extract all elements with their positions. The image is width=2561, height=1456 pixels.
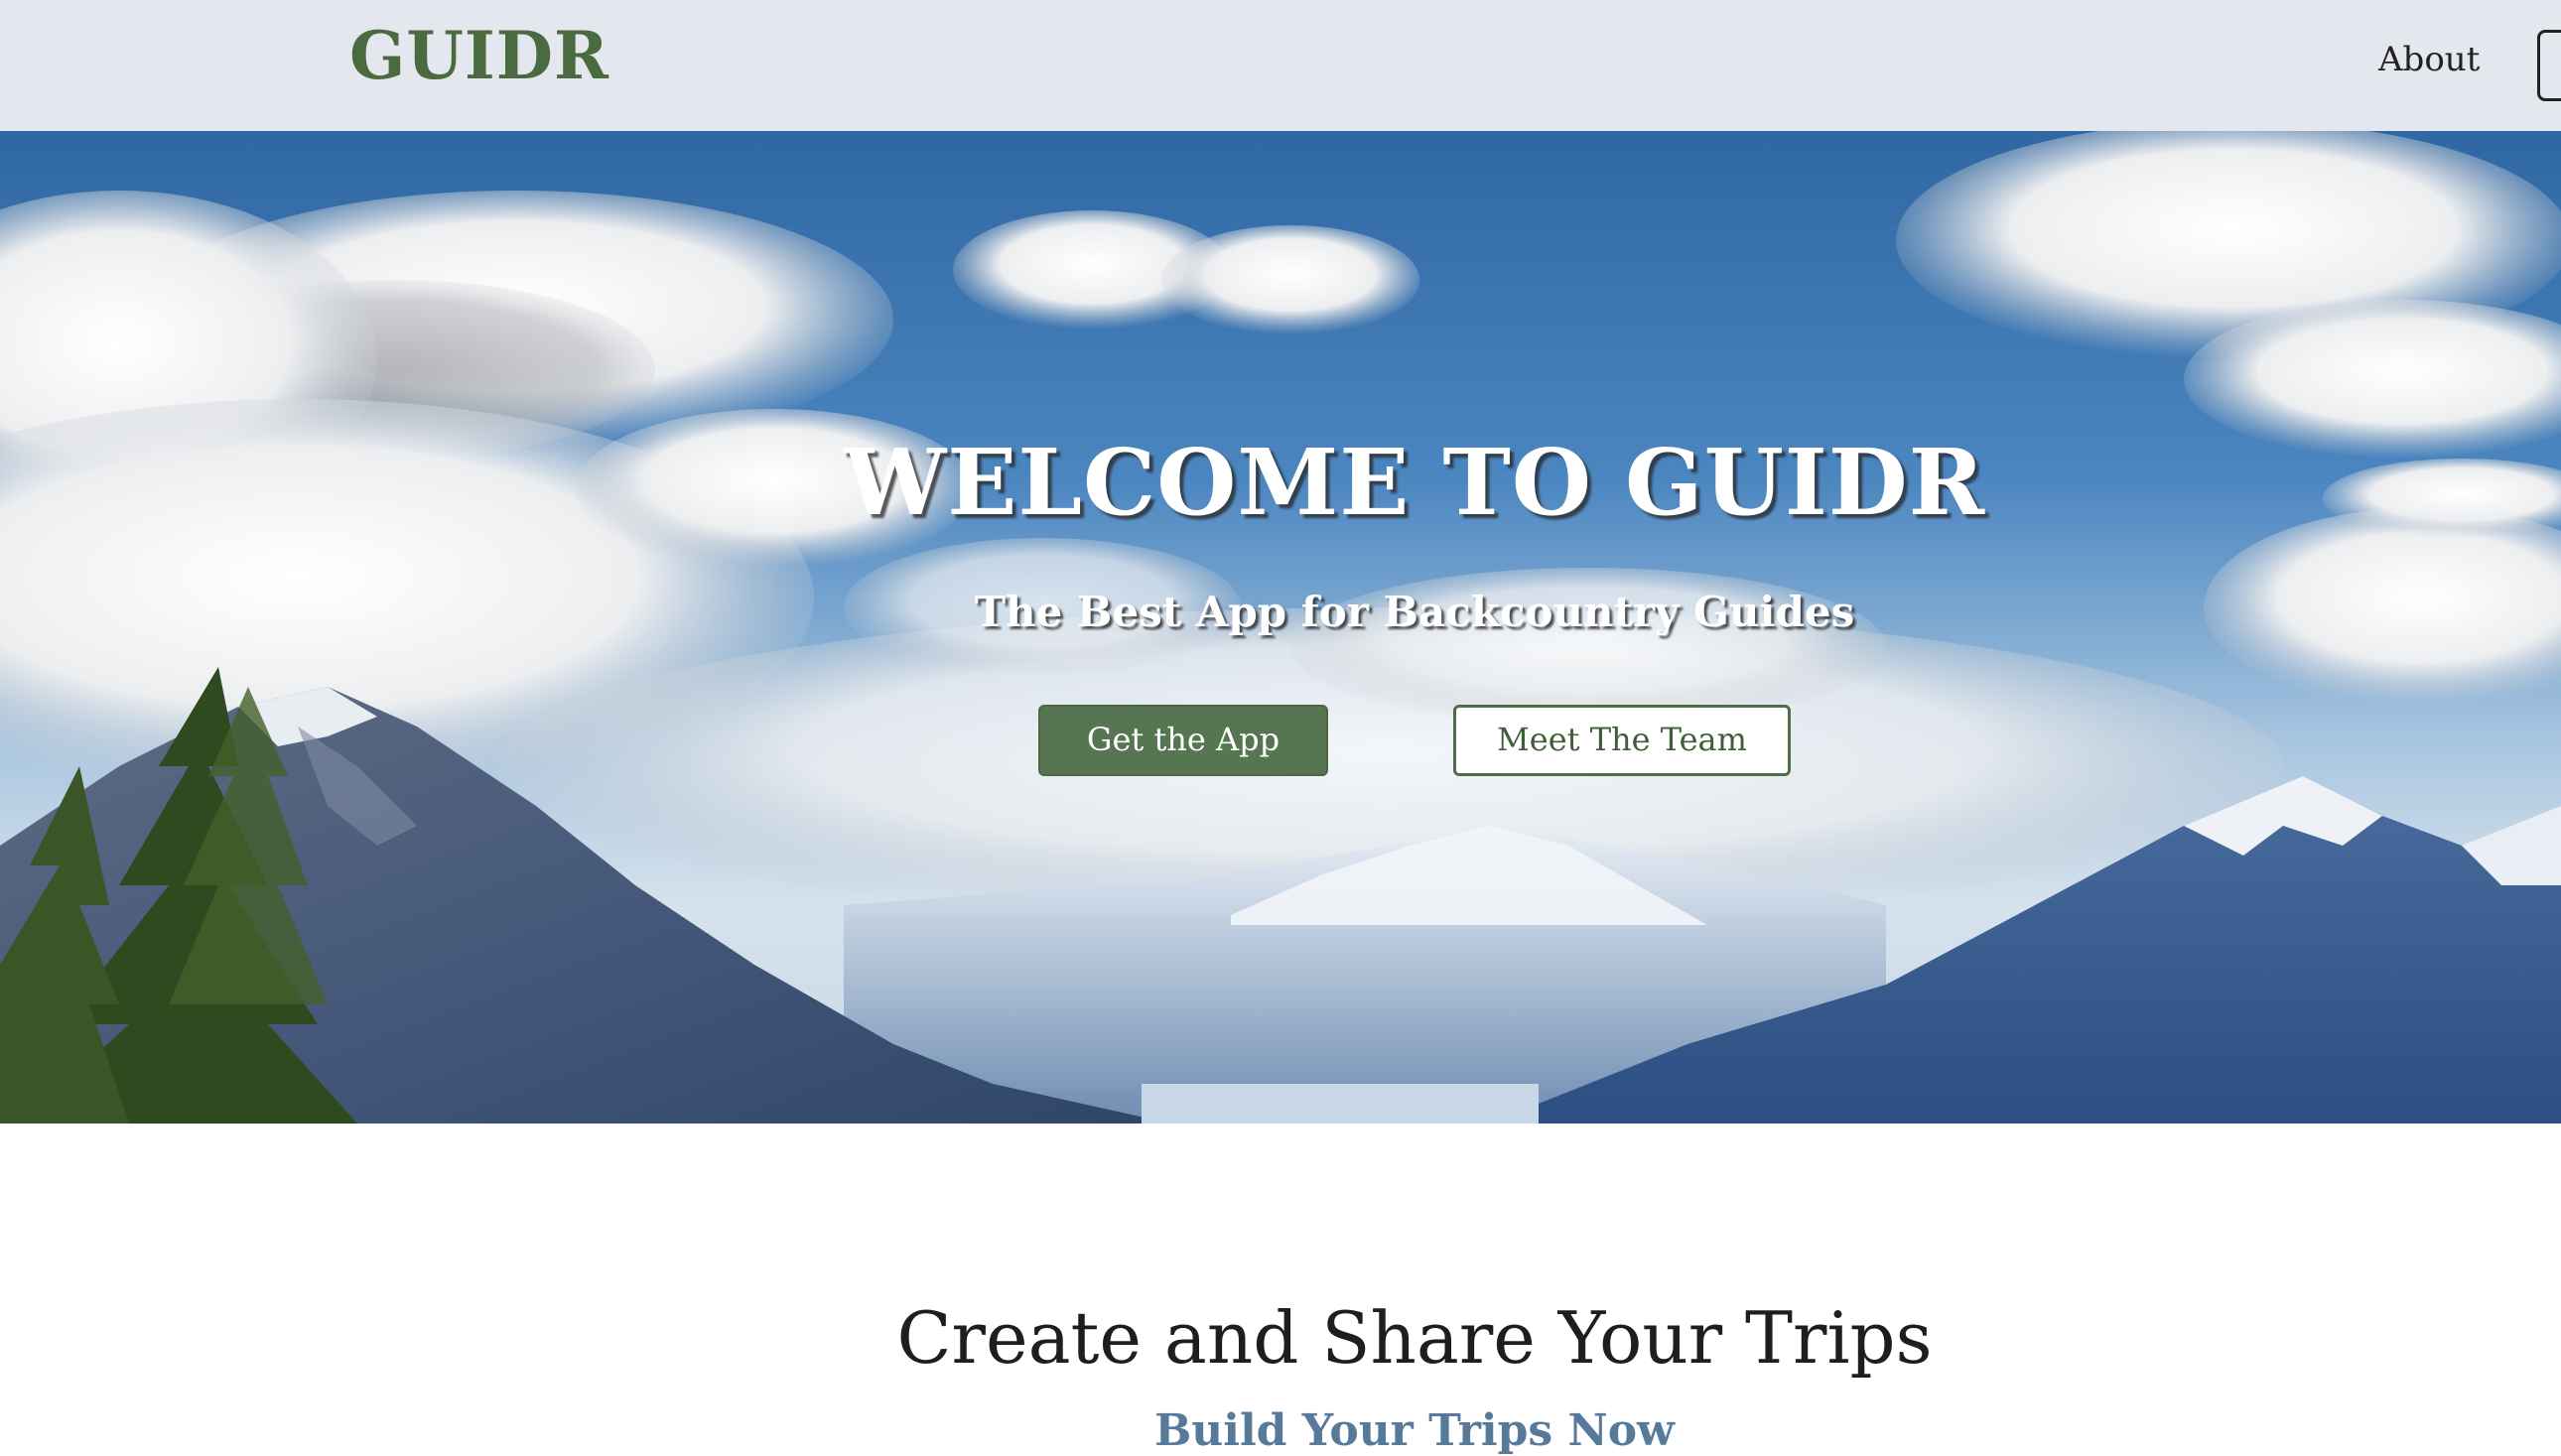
section-subtitle: Build Your Trips Now [1154, 1405, 1675, 1456]
meet-the-team-button[interactable]: Meet The Team [1453, 705, 1791, 776]
section-title: Create and Share Your Trips [896, 1296, 1933, 1380]
hero-subtitle: The Best App for Backcountry Guides [974, 588, 1855, 636]
nav-button-partial[interactable] [2537, 30, 2561, 101]
hero-banner: WELCOME TO GUIDR The Best App for Backco… [0, 131, 2561, 1124]
top-navbar: GUIDR About [0, 0, 2561, 131]
nav-about-link[interactable]: About [2378, 36, 2480, 83]
guidr-logo[interactable]: GUIDR [349, 16, 609, 95]
hero-title: WELCOME TO GUIDR [843, 429, 1986, 536]
get-the-app-button[interactable]: Get the App [1038, 705, 1328, 776]
